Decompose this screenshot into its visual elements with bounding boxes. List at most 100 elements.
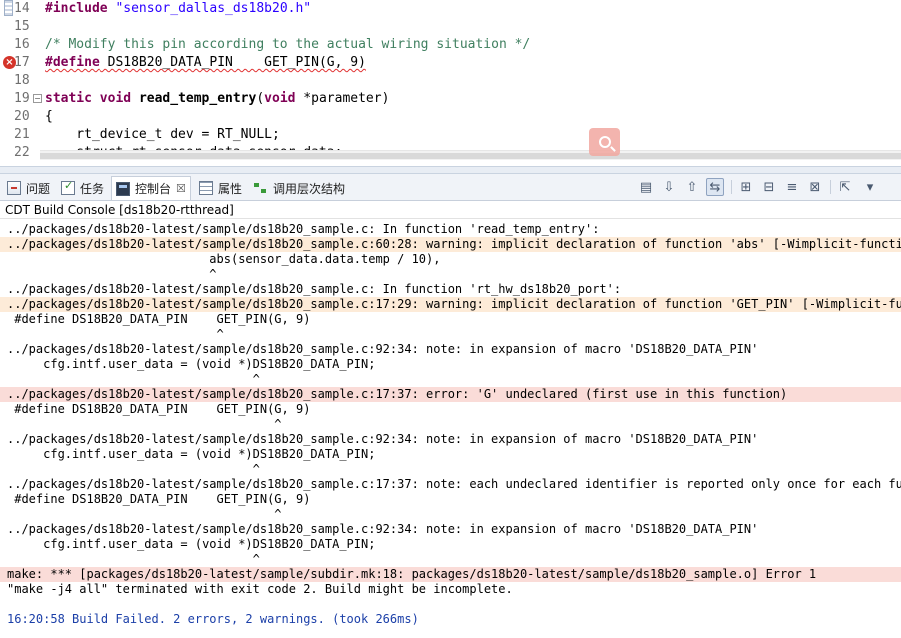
build-status-line: 16:20:58 Build Failed. 2 errors, 2 warni… [7,612,419,626]
code-token: static [45,91,92,106]
floating-search-button[interactable] [589,128,620,156]
scroll-lock-button[interactable]: ⇆ [706,178,724,196]
editor-gutter[interactable]: 22 [0,144,40,162]
new-console-icon: ⊟ [763,179,775,195]
editor-gutter[interactable]: 21 [0,126,40,144]
pin-console-icon: ⊞ [740,179,752,195]
open-console-icon: ⇱ [839,179,851,195]
editor-line[interactable]: 20 { [0,108,901,126]
code-text[interactable]: #define DS18B20_DATA_PIN GET_PIN(G, 9) [45,54,366,72]
line-number: 17 [14,55,30,70]
scroll-down-button[interactable]: ⇩ [660,178,678,196]
console-line: ^ [7,417,282,431]
search-icon [598,136,611,148]
code-text[interactable]: static void read_temp_entry(void *parame… [45,90,389,108]
code-text[interactable]: #include "sensor_dallas_ds18b20.h" [45,0,311,18]
view-splitter[interactable] [0,166,901,174]
open-console-button[interactable]: ⇱ [836,178,854,196]
editor-gutter[interactable]: × 17 [0,54,40,72]
scroll-up-icon: ⇧ [686,179,698,195]
fold-toggle-icon[interactable]: − [33,94,42,103]
editor-gutter[interactable]: 19− [0,90,42,108]
code-token: { [45,109,53,124]
clear-console-icon: ⊠ [809,179,821,195]
editor-horizontal-scrollbar[interactable] [40,150,901,160]
editor-line[interactable]: 16 /* Modify this pin according to the ac… [0,36,901,54]
tab-console[interactable]: 控制台 ☒ [111,176,191,200]
tab-label: 调用层次结构 [273,181,346,196]
console-line: ^ [7,507,282,521]
editor-line[interactable]: 21 rt_device_t dev = RT_NULL; [0,126,901,144]
scroll-up-button[interactable]: ⇧ [683,178,701,196]
console-line: ../packages/ds18b20-latest/sample/ds18b2… [7,477,901,491]
console-line: #define DS18B20_DATA_PIN GET_PIN(G, 9) [7,492,311,506]
console-icon [116,181,130,196]
console-output[interactable]: ../packages/ds18b20-latest/sample/ds18b2… [0,219,901,638]
toolbar-separator [830,180,831,194]
console-title: CDT Build Console [ds18b20-rtthread] [0,201,901,219]
close-tab-icon[interactable]: ☒ [176,182,186,195]
call-hierarchy-icon [254,181,268,195]
editor-gutter[interactable]: 16 [0,36,40,54]
editor-gutter[interactable]: 14 [0,0,40,18]
line-number: 20 [14,109,30,124]
tasks-icon [61,179,75,195]
editor-line[interactable]: 14 #include "sensor_dallas_ds18b20.h" [0,0,901,18]
console-line: ^ [7,327,224,341]
console-line: cfg.intf.user_data = (void *)DS18B20_DAT… [7,447,376,461]
tab-properties[interactable]: 属性 [195,177,246,199]
editor-line[interactable]: 15 [0,18,901,36]
console-warning-line[interactable]: ../packages/ds18b20-latest/sample/ds18b2… [0,297,901,312]
tab-label: 属性 [218,181,243,196]
console-line: "make -j4 all" terminated with exit code… [7,582,513,596]
pin-console-button[interactable]: ⊞ [737,178,755,196]
editor-gutter[interactable]: 20 [0,108,40,126]
editor-line[interactable]: 18 [0,72,901,90]
code-token: read_temp_entry [138,91,257,106]
new-console-button[interactable]: ⊟ [760,178,778,196]
code-token: void [264,91,296,106]
word-wrap-button[interactable]: ≡ [783,178,801,196]
view-menu-button[interactable]: ▾ [861,178,879,196]
tab-call-hierarchy[interactable]: 调用层次结构 [250,177,349,199]
scroll-lock-icon: ⇆ [709,179,721,195]
editor-gutter[interactable]: 18 [0,72,40,90]
display-selected-console-button[interactable]: ▤ [637,178,655,196]
console-line: ^ [7,267,217,281]
scroll-down-icon: ⇩ [663,179,675,195]
console-line: ../packages/ds18b20-latest/sample/ds18b2… [7,222,600,236]
editor-line[interactable]: × 17 #define DS18B20_DATA_PIN GET_PIN(G, 9… [0,54,901,72]
code-editor[interactable]: 14 #include "sensor_dallas_ds18b20.h" 15 16… [0,0,901,166]
console-error-line[interactable]: ../packages/ds18b20-latest/sample/ds18b2… [0,387,901,402]
console-line: ^ [7,462,260,476]
code-token: /* Modify this pin according to the actu… [45,37,531,52]
overview-marker-icon [4,0,13,16]
code-token: "sensor_dallas_ds18b20.h" [115,1,312,16]
line-number: 14 [14,1,30,16]
scrollbar-thumb[interactable] [40,153,901,159]
console-line: #define DS18B20_DATA_PIN GET_PIN(G, 9) [7,402,311,416]
editor-line[interactable]: 19− static void read_temp_entry(void *par… [0,90,901,108]
console-warning-line[interactable]: ../packages/ds18b20-latest/sample/ds18b2… [0,237,901,252]
code-text[interactable]: { [45,108,53,126]
tab-tasks[interactable]: 任务 [57,177,108,199]
code-token: #define [45,55,100,70]
console-error-line[interactable]: make: *** [packages/ds18b20-latest/sampl… [0,567,901,582]
code-text[interactable]: rt_device_t dev = RT_NULL; [45,126,280,144]
console-line: ../packages/ds18b20-latest/sample/ds18b2… [7,282,622,296]
code-text[interactable]: /* Modify this pin according to the actu… [45,36,530,54]
code-token: #include [45,1,108,16]
tab-problems[interactable]: 问题 [3,177,54,199]
line-number: 16 [14,37,30,52]
console-line: ../packages/ds18b20-latest/sample/ds18b2… [7,342,759,356]
clear-console-button[interactable]: ⊠ [806,178,824,196]
tab-label: 问题 [26,181,51,196]
console-line: cfg.intf.user_data = (void *)DS18B20_DAT… [7,357,376,371]
display-selected-console-icon: ▤ [639,179,653,195]
tab-label: 控制台 [135,182,172,196]
properties-icon [199,181,213,195]
editor-gutter[interactable]: 15 [0,18,40,36]
